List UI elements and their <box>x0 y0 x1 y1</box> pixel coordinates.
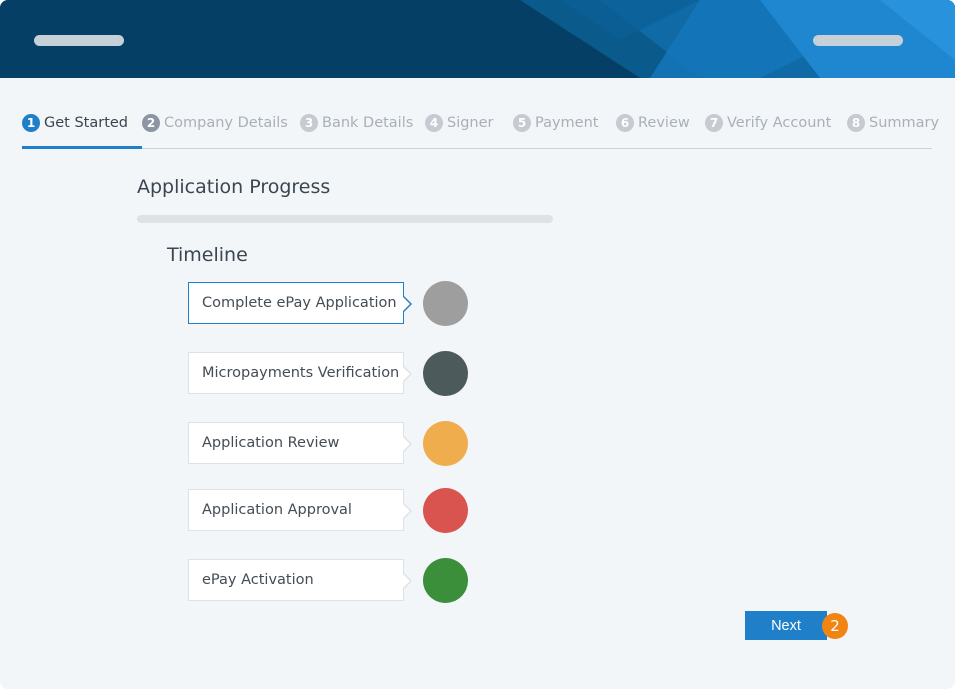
step-payment[interactable]: 5 Payment <box>513 108 598 138</box>
callout-arrow-fill <box>402 436 410 452</box>
timeline-item-label: ePay Activation <box>202 572 314 588</box>
status-dot <box>423 421 468 466</box>
callout-arrow-fill <box>402 573 410 589</box>
status-dot <box>423 351 468 396</box>
step-label: Get Started <box>44 115 128 131</box>
header-banner <box>0 0 955 78</box>
step-number: 6 <box>616 114 634 132</box>
timeline-item-application-review: Application Review <box>188 422 412 464</box>
step-number: 3 <box>300 114 318 132</box>
callout-arrow-fill <box>402 296 410 312</box>
step-signer[interactable]: 4 Signer <box>425 108 494 138</box>
timeline-item-application-approval: Application Approval <box>188 489 412 531</box>
timeline-item-complete-application: Complete ePay Application <box>188 282 412 324</box>
step-review[interactable]: 6 Review <box>616 108 690 138</box>
status-dot <box>423 488 468 533</box>
next-button[interactable]: Next <box>745 611 827 640</box>
timeline-item-micropayments: Micropayments Verification <box>188 352 412 394</box>
step-number: 7 <box>705 114 723 132</box>
step-label: Payment <box>535 115 599 131</box>
app-window: 1 Get Started 2 Company Details 3 Bank D… <box>0 0 955 689</box>
step-bank-details[interactable]: 3 Bank Details <box>300 108 413 138</box>
header-account-placeholder[interactable] <box>813 35 903 46</box>
step-label: Review <box>638 115 690 131</box>
callout-arrow-fill <box>402 366 410 382</box>
header-logo-placeholder <box>34 35 124 46</box>
step-number: 1 <box>22 114 40 132</box>
step-number: 2 <box>142 114 160 132</box>
step-number: 5 <box>513 114 531 132</box>
header-decoration <box>0 0 955 78</box>
step-label: Company Details <box>164 115 288 131</box>
step-label: Summary <box>869 115 940 131</box>
progress-title: Application Progress <box>137 176 331 198</box>
step-company-details[interactable]: 2 Company Details <box>142 108 288 138</box>
timeline-item-label: Complete ePay Application <box>202 295 397 311</box>
step-number: 4 <box>425 114 443 132</box>
timeline-item-epay-activation: ePay Activation <box>188 559 412 601</box>
step-badge: 2 <box>822 613 848 639</box>
status-dot <box>423 281 468 326</box>
step-verify-account[interactable]: 7 Verify Account <box>705 108 831 138</box>
active-step-indicator <box>22 146 142 149</box>
status-dot <box>423 558 468 603</box>
wizard-stepper: 1 Get Started 2 Company Details 3 Bank D… <box>22 104 939 149</box>
step-label: Verify Account <box>727 115 832 131</box>
timeline-item-label: Application Approval <box>202 502 352 518</box>
step-number: 8 <box>847 114 865 132</box>
timeline-title: Timeline <box>167 244 248 266</box>
callout-arrow-fill <box>402 503 410 519</box>
timeline-item-label: Application Review <box>202 435 340 451</box>
progress-bar <box>137 215 553 223</box>
step-get-started[interactable]: 1 Get Started <box>22 108 128 138</box>
step-label: Bank Details <box>322 115 414 131</box>
step-label: Signer <box>447 115 494 131</box>
step-summary[interactable]: 8 Summary <box>847 108 939 138</box>
timeline-item-label: Micropayments Verification <box>202 365 400 381</box>
